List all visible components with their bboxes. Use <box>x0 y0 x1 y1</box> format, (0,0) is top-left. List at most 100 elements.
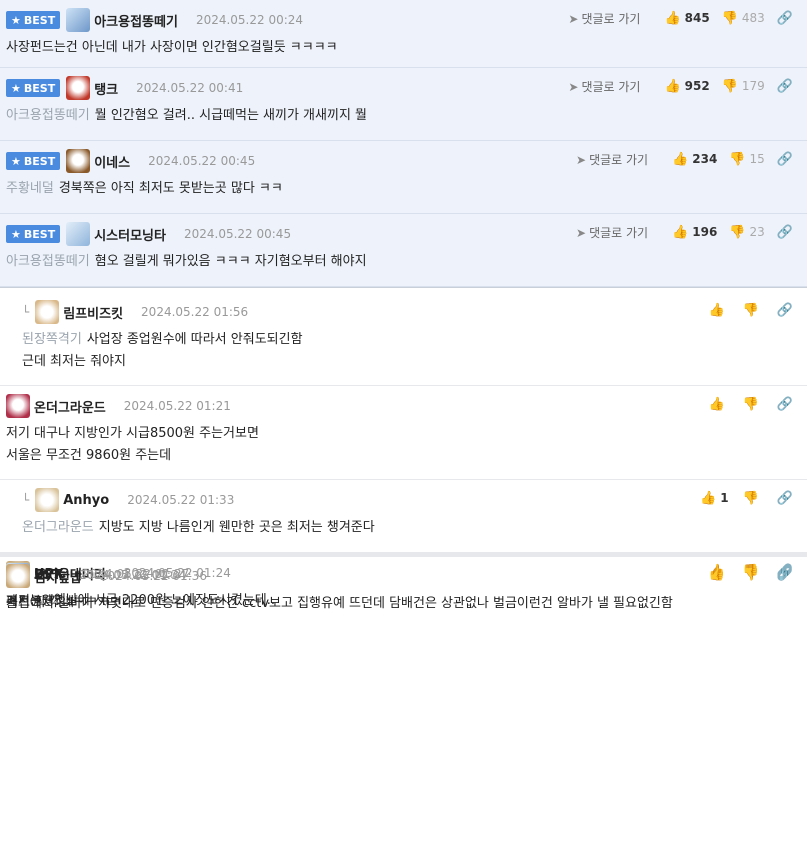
link-icon: 🔗 <box>776 396 793 412</box>
nickname[interactable]: 림프비즈킷 <box>63 303 123 322</box>
avatar[interactable] <box>66 8 91 32</box>
downvote-button[interactable]: 👎 15 <box>729 152 764 167</box>
copy-link-button[interactable]: 🔗 <box>777 397 797 412</box>
comment-header: ★ BEST 아크용접똥떼기 2024.05.22 00:24 <box>6 8 303 32</box>
thumbs-down-icon: 👎 <box>742 396 759 412</box>
goto-reply-link[interactable]: ➤ 댓글로 가기 <box>576 224 648 241</box>
upvote-button[interactable]: 👍 <box>708 567 728 582</box>
comment-body: 사장펀드는건 아닌데 내가 사장이면 인간혐오걸릴듯 ㅋㅋㅋㅋ <box>6 37 338 59</box>
goto-reply-link[interactable]: ➤ 댓글로 가기 <box>568 78 640 95</box>
comment-text: 사장펀드는건 아닌데 내가 사장이면 인간혐오걸릴듯 ㅋㅋㅋㅋ <box>6 40 338 55</box>
copy-link-button[interactable]: 🔗 <box>777 11 797 26</box>
link-icon: 🔗 <box>776 224 793 240</box>
comment-actions: ➤ 댓글로 가기 👍 952 👎 179 🔗 <box>568 76 797 96</box>
upvote-button[interactable]: 👍 845 <box>664 11 709 26</box>
comment-actions: 👍 1 👎 🔗 <box>686 488 797 508</box>
avatar[interactable] <box>35 300 60 324</box>
upvote-button[interactable]: 👍 <box>708 397 728 412</box>
downvote-button[interactable]: 👎 <box>743 397 763 412</box>
upvote-button[interactable]: 👍 196 <box>672 225 717 240</box>
comment-header: └ Anhyo 2024.05.22 01:33 <box>22 488 234 512</box>
thumbs-up-icon: 👍 <box>700 490 717 506</box>
downvote-button[interactable]: 👎 <box>743 303 763 318</box>
comment-header: ★ BEST 이네스 2024.05.22 00:45 <box>6 149 255 173</box>
downvote-button[interactable]: 👎 179 <box>722 79 765 94</box>
nickname[interactable]: 시스터모닝타 <box>94 225 166 244</box>
copy-link-button[interactable]: 🔗 <box>777 491 797 506</box>
link-icon: 🔗 <box>776 490 793 506</box>
comment-actions: ➤ 댓글로 가기 👍 196 👎 23 🔗 <box>576 222 797 242</box>
reply-target[interactable]: 온더그라운드 <box>22 520 94 535</box>
upvote-button[interactable]: 👍 234 <box>672 152 717 167</box>
avatar[interactable] <box>66 149 91 173</box>
avatar[interactable] <box>6 394 30 418</box>
avatar[interactable] <box>6 564 30 588</box>
copy-link-button[interactable]: 🔗 <box>777 303 797 318</box>
thumbs-down-icon: 👎 <box>729 151 746 167</box>
nickname[interactable]: 아크용접똥떼기 <box>94 11 178 30</box>
nickname[interactable]: 온더그라운드 <box>34 397 106 416</box>
comment-body: 주황네덜 경북쪽은 아직 최저도 못받는곳 많다 ㅋㅋ <box>6 178 283 200</box>
comment-text: 경북쪽은 아직 최저도 못받는곳 많다 ㅋㅋ <box>58 181 283 196</box>
comment: 온더그라운드 2024.05.22 01:21 👍 👎 🔗 저기 대구나 지방인… <box>0 386 807 480</box>
comment-actions: ➤ 댓글로 가기 👍 234 👎 15 🔗 <box>576 149 797 169</box>
comment-body: 아크용접똥떼기 혐오 걸릴게 뭐가있음 ㅋㅋㅋ 자기혐오부터 해야지 <box>6 251 367 273</box>
reply-target[interactable]: 된장쪽격기 <box>22 332 82 347</box>
comment-actions: 👍 👎 🔗 <box>694 394 797 414</box>
downvote-button[interactable]: 👎 <box>743 567 763 582</box>
nickname[interactable]: 김치덮밥 <box>34 567 82 586</box>
thumbs-up-icon: 👍 <box>672 151 689 167</box>
timestamp: 2024.05.22 00:45 <box>183 227 292 241</box>
copy-link-button[interactable]: 🔗 <box>777 567 797 582</box>
upvote-button[interactable]: 👍 952 <box>664 79 709 94</box>
avatar[interactable] <box>35 488 60 512</box>
thumbs-up-icon: 👍 <box>708 396 725 412</box>
timestamp: 2024.05.22 01:33 <box>127 493 235 507</box>
nickname[interactable]: Anhyo <box>63 493 109 508</box>
timestamp: 2024.05.22 00:45 <box>148 154 256 168</box>
comment-list: ★ BEST 아크용접똥떼기 2024.05.22 00:24 ➤ 댓글로 가기 👍… <box>0 0 807 611</box>
reply-comment: └ Anhyo 2024.05.22 01:33 👍 1 👎 🔗 온더그라운드 지방… <box>0 480 807 553</box>
timestamp: 2024.05.22 00:41 <box>136 81 244 95</box>
paper-plane-icon: ➤ <box>568 11 579 26</box>
comment-actions: ➤ 댓글로 가기 👍 845 👎 483 🔗 <box>568 8 797 28</box>
nickname[interactable]: 이네스 <box>94 152 130 171</box>
reply-target[interactable]: 아크용접똥떼기 <box>6 254 90 269</box>
thumbs-up-icon: 👍 <box>664 78 681 94</box>
best-badge: ★ BEST <box>6 79 61 97</box>
paper-plane-icon: ➤ <box>576 152 587 167</box>
reply-comment: └ 림프비즈킷 2024.05.22 01:56 👍 👎 🔗 된장쪽격기 사업장 … <box>0 292 807 386</box>
timestamp: 2024.05.22 00:24 <box>195 13 304 27</box>
comment-text: 지방도 지방 나름인게 웬만한 곳은 최저는 챙겨준다 <box>98 520 375 535</box>
best-badge: ★ BEST <box>6 11 61 29</box>
upvote-button[interactable]: 👍 <box>708 303 728 318</box>
avatar[interactable] <box>66 76 91 100</box>
goto-reply-link[interactable]: ➤ 댓글로 가기 <box>568 10 640 27</box>
copy-link-button[interactable]: 🔗 <box>777 225 797 240</box>
comment-header: 온더그라운드 2024.05.22 01:21 <box>6 394 231 418</box>
comment-header: ★ BEST 시스터모닝타 2024.05.22 00:45 <box>6 222 291 246</box>
downvote-button[interactable]: 👎 <box>743 491 763 506</box>
thumbs-down-icon: 👎 <box>742 490 759 506</box>
reply-target[interactable]: 아크용접똥떼기 <box>6 108 90 123</box>
star-icon: ★ <box>11 154 21 168</box>
avatar[interactable] <box>66 222 91 246</box>
downvote-button[interactable]: 👎 23 <box>729 225 764 240</box>
comment-text: 저기 대구나 지방인가 시급8500원 주는거보면 <box>6 426 259 441</box>
reply-target[interactable]: 주황네덜 <box>6 181 54 196</box>
goto-reply-link[interactable]: ➤ 댓글로 가기 <box>576 151 648 168</box>
comment-text: 사업장 종업원수에 따라서 안줘도되긴함 <box>86 332 303 347</box>
upvote-button[interactable]: 👍 1 <box>700 491 729 506</box>
comment-text-line2: 근데 최저는 줘야지 <box>22 354 126 369</box>
link-icon: 🔗 <box>776 10 793 26</box>
copy-link-button[interactable]: 🔗 <box>777 79 797 94</box>
thumbs-down-icon: 👎 <box>742 302 759 318</box>
best-comment: ★ BEST 이네스 2024.05.22 00:45 ➤ 댓글로 가기 👍 234 … <box>0 141 807 214</box>
link-icon: 🔗 <box>776 151 793 167</box>
comment-header: └ 림프비즈킷 2024.05.22 01:56 <box>22 300 248 324</box>
comment-text-line2: 서울은 무조건 9860원 주는데 <box>6 448 172 463</box>
downvote-button[interactable]: 👎 483 <box>722 11 765 26</box>
nickname[interactable]: 탱크 <box>94 79 118 98</box>
copy-link-button[interactable]: 🔗 <box>777 152 797 167</box>
link-icon: 🔗 <box>776 566 793 582</box>
